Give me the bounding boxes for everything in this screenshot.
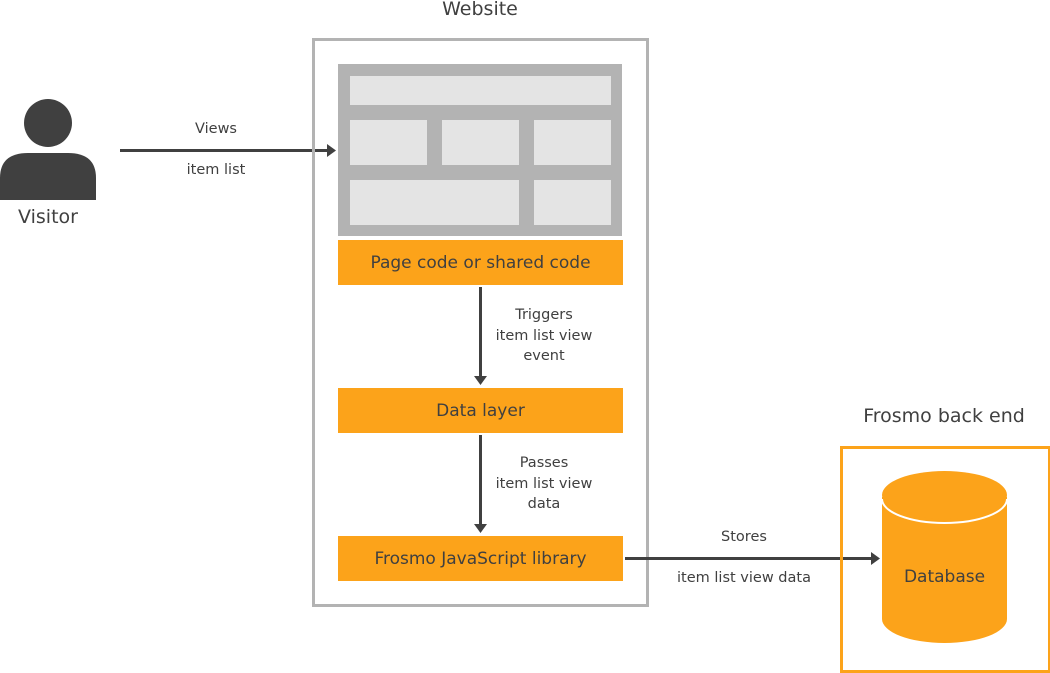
- arrow-label-item-list: item list: [186, 162, 246, 178]
- label-line: event: [523, 348, 565, 364]
- page-code-label: Page code or shared code: [370, 252, 591, 273]
- arrow-label-stores: Stores: [721, 529, 767, 545]
- wireframe-cell: [350, 120, 427, 165]
- arrow-label-views: Views: [195, 121, 237, 137]
- data-layer-label: Data layer: [436, 400, 525, 421]
- person-icon: [0, 99, 96, 200]
- page-code-box: Page code or shared code: [338, 240, 623, 285]
- frosmo-backend-container: [840, 446, 1050, 673]
- label-line: Passes: [519, 455, 569, 471]
- arrow-label-item-list-view-data: item list view data: [677, 570, 811, 586]
- frosmo-js-library-label: Frosmo JavaScript library: [374, 548, 587, 569]
- label-line: item list view: [495, 327, 593, 344]
- web-page-layout-icon: [338, 64, 622, 236]
- data-layer-box: Data layer: [338, 388, 623, 433]
- arrow-label-triggers: Triggers item list view event: [474, 305, 614, 367]
- wireframe-cell: [534, 180, 611, 225]
- database-label: Database: [903, 567, 986, 587]
- backend-title: Frosmo back end: [863, 405, 1025, 427]
- website-title: Website: [442, 0, 518, 20]
- wireframe-header: [350, 76, 611, 105]
- frosmo-js-library-box: Frosmo JavaScript library: [338, 536, 623, 581]
- wireframe-cell: [350, 180, 519, 225]
- label-line: data: [527, 496, 561, 512]
- wireframe-cell: [534, 120, 611, 165]
- arrow-label-passes: Passes item list view data: [474, 453, 614, 515]
- label-line: Triggers: [515, 307, 573, 323]
- label-line: item list view: [495, 475, 593, 492]
- visitor-label: Visitor: [18, 206, 78, 228]
- wireframe-cell: [442, 120, 519, 165]
